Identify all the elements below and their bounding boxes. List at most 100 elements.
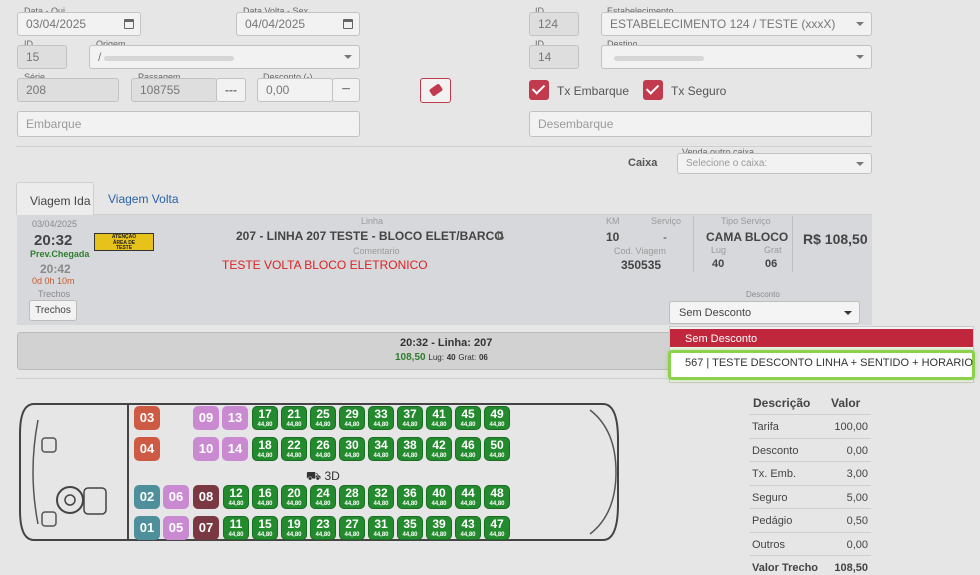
venda-outro-caixa-select[interactable]: Selecione o caixa: (677, 153, 872, 174)
passagem-more-button[interactable]: --- (216, 78, 246, 102)
desconto-select[interactable]: Sem Desconto (669, 301, 860, 324)
id-destino-input[interactable]: 14 (529, 45, 579, 69)
seat-13[interactable]: 13 (222, 406, 248, 430)
seat-20[interactable]: 20 44,80 (281, 485, 307, 509)
trechos-button[interactable]: Trechos (29, 300, 77, 321)
row-desc: Tarifa (752, 421, 779, 433)
tx-embarque-label: Tx Embarque (557, 84, 630, 98)
seat-price: 44,80 (460, 532, 476, 538)
estab-select[interactable]: ESTABELECIMENTO 124 / TESTE (xxxX) (601, 12, 872, 36)
seat-23[interactable]: 23 44,80 (310, 516, 336, 540)
grat-value: 06 (765, 258, 778, 270)
origem-select[interactable]: / (89, 45, 360, 69)
desconto-option-0[interactable]: Sem Desconto (670, 329, 973, 347)
seat-42[interactable]: 42 44,80 (426, 437, 452, 461)
desconto-option-1-label: 567 | TESTE DESCONTO LINHA + SENTIDO + H… (685, 357, 973, 369)
seat-18[interactable]: 18 44,80 (252, 437, 278, 461)
tx-embarque-checkbox[interactable] (529, 80, 549, 100)
seat-32[interactable]: 32 44,80 (368, 485, 394, 509)
seat-33[interactable]: 33 44,80 (368, 406, 394, 430)
seat-22[interactable]: 22 44,80 (281, 437, 307, 461)
seat-50[interactable]: 50 44,80 (484, 437, 510, 461)
seat-38[interactable]: 38 44,80 (397, 437, 423, 461)
swap-icon[interactable]: ⇅ (495, 229, 505, 243)
seat-number: 37 (403, 407, 417, 421)
seat-price: 44,80 (286, 532, 302, 538)
desconto-option-1[interactable]: 567 | TESTE DESCONTO LINHA + SENTIDO + H… (668, 350, 975, 380)
data-ida-input[interactable]: 03/04/2025 (17, 12, 141, 36)
seat-27[interactable]: 27 44,80 (339, 516, 365, 540)
seat-price: 44,80 (344, 501, 360, 507)
seat-number: 11 (229, 517, 243, 531)
desembarque-input[interactable]: Desembarque (529, 111, 872, 137)
seat-price: 44,80 (286, 453, 302, 459)
seat-06[interactable]: 06 (163, 485, 189, 509)
seat-28[interactable]: 28 44,80 (339, 485, 365, 509)
seat-40[interactable]: 40 44,80 (426, 485, 452, 509)
desconto-minus-button[interactable]: − (332, 78, 360, 102)
seat-25[interactable]: 25 44,80 (310, 406, 336, 430)
seat-10[interactable]: 10 (193, 437, 219, 461)
seat-44[interactable]: 44 44,80 (455, 485, 481, 509)
seat-39[interactable]: 39 44,80 (426, 516, 452, 540)
seat-47[interactable]: 47 44,80 (484, 516, 510, 540)
seat-number: 21 (287, 407, 301, 421)
seat-07[interactable]: 07 (193, 516, 219, 540)
seat-number: 12 (229, 486, 243, 500)
table-row: Outros 0,00 (749, 531, 871, 555)
seat-17[interactable]: 17 44,80 (252, 406, 278, 430)
id-origem-input[interactable]: 15 (17, 45, 67, 69)
seat-49[interactable]: 49 44,80 (484, 406, 510, 430)
seat-02[interactable]: 02 (134, 485, 160, 509)
embarque-placeholder: Embarque (26, 117, 82, 131)
id-estab-input[interactable]: 124 (529, 12, 579, 36)
summary-lug-value: 40 (446, 353, 456, 362)
seat-03[interactable]: 03 (134, 406, 160, 430)
seat-31[interactable]: 31 44,80 (368, 516, 394, 540)
seat-37[interactable]: 37 44,80 (397, 406, 423, 430)
seat-35[interactable]: 35 44,80 (397, 516, 423, 540)
embarque-input[interactable]: Embarque (17, 111, 360, 137)
seat-46[interactable]: 46 44,80 (455, 437, 481, 461)
seat-41[interactable]: 41 44,80 (426, 406, 452, 430)
data-volta-input[interactable]: 04/04/2025 (236, 12, 360, 36)
seat-11[interactable]: 11 44,80 (223, 516, 249, 540)
destino-select[interactable] (601, 45, 872, 69)
tx-seguro-checkbox[interactable] (643, 80, 663, 100)
seat-05[interactable]: 05 (163, 516, 189, 540)
tab-viagem-volta[interactable]: Viagem Volta (108, 192, 179, 206)
seat-29[interactable]: 29 44,80 (339, 406, 365, 430)
calendar-icon[interactable] (124, 19, 134, 29)
seat-price: 44,80 (315, 422, 331, 428)
seat-09[interactable]: 09 (193, 406, 219, 430)
desconto-selected: Sem Desconto (679, 307, 752, 319)
seat-14[interactable]: 14 (222, 437, 248, 461)
seat-26[interactable]: 26 44,80 (310, 437, 336, 461)
seat-04[interactable]: 04 (134, 437, 160, 461)
tab-viagem-ida[interactable]: Viagem Ida (16, 182, 94, 215)
passagem-input[interactable]: 108755 (131, 78, 217, 102)
seat-price: 44,80 (286, 501, 302, 507)
desconto-input[interactable]: 0,00 (257, 78, 333, 102)
lug-label: Lug (711, 245, 727, 255)
seat-15[interactable]: 15 44,80 (252, 516, 278, 540)
clear-button[interactable] (420, 78, 451, 103)
seat-43[interactable]: 43 44,80 (455, 516, 481, 540)
seat-01[interactable]: 01 (134, 516, 160, 540)
seat-30[interactable]: 30 44,80 (339, 437, 365, 461)
seat-16[interactable]: 16 44,80 (252, 485, 278, 509)
lug-value: 40 (712, 258, 725, 270)
seat-48[interactable]: 48 44,80 (484, 485, 510, 509)
seat-price: 44,80 (460, 501, 476, 507)
serie-input[interactable]: 208 (17, 78, 119, 102)
seat-08[interactable]: 08 (193, 485, 219, 509)
seat-21[interactable]: 21 44,80 (281, 406, 307, 430)
caixa-label: Caixa (628, 157, 658, 169)
seat-36[interactable]: 36 44,80 (397, 485, 423, 509)
calendar-icon[interactable] (343, 19, 353, 29)
seat-45[interactable]: 45 44,80 (455, 406, 481, 430)
seat-19[interactable]: 19 44,80 (281, 516, 307, 540)
seat-24[interactable]: 24 44,80 (310, 485, 336, 509)
seat-34[interactable]: 34 44,80 (368, 437, 394, 461)
seat-12[interactable]: 12 44,80 (223, 485, 249, 509)
